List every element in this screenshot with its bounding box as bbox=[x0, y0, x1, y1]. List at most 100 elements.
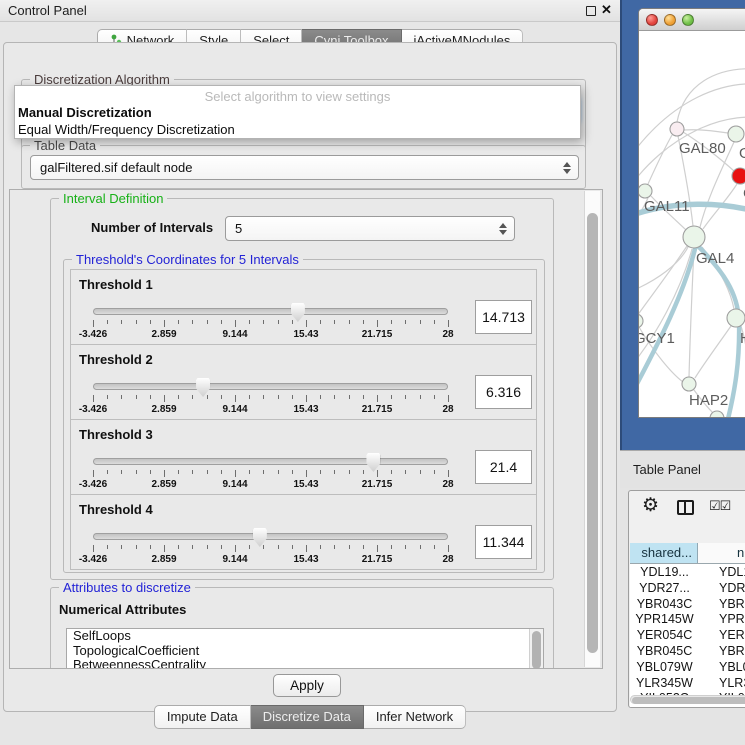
table-cell[interactable]: YDL1 bbox=[699, 565, 745, 581]
network-node[interactable] bbox=[639, 314, 643, 328]
network-edge[interactable] bbox=[677, 69, 745, 122]
slider-track[interactable] bbox=[93, 533, 448, 540]
table-cell[interactable]: YBR0 bbox=[699, 597, 745, 613]
gear-icon[interactable]: ⚙ bbox=[642, 494, 659, 517]
table-cell[interactable]: YER054C bbox=[630, 628, 699, 644]
algorithm-option[interactable]: Manual Discretization bbox=[15, 104, 580, 121]
slider-tick bbox=[420, 395, 421, 399]
attribute-list-item[interactable]: SelfLoops bbox=[67, 629, 543, 644]
table-row[interactable]: YBL079WYBL0 bbox=[630, 660, 745, 676]
slider-tick bbox=[363, 470, 364, 474]
table-row[interactable]: YBR045CYBR0 bbox=[630, 644, 745, 660]
list-scrollbar-thumb[interactable] bbox=[532, 631, 541, 669]
float-window-icon[interactable] bbox=[586, 6, 596, 16]
table-row[interactable]: YPR145WYPR1 bbox=[630, 612, 745, 628]
table-cell[interactable]: YPR145W bbox=[630, 612, 699, 628]
table-cell[interactable]: YLR3 bbox=[699, 676, 745, 692]
threshold-value-field[interactable]: 21.4 bbox=[475, 450, 532, 484]
table-cell[interactable]: YER0 bbox=[699, 628, 745, 644]
split-columns-icon[interactable] bbox=[677, 500, 694, 515]
network-edge[interactable] bbox=[684, 130, 728, 133]
network-edge-highlighted[interactable] bbox=[639, 245, 696, 399]
table-cell[interactable]: YDR27... bbox=[630, 581, 699, 597]
network-node[interactable] bbox=[639, 184, 652, 198]
column-header[interactable]: n bbox=[698, 543, 745, 563]
slider-track[interactable] bbox=[93, 308, 448, 315]
slider-tick bbox=[221, 545, 222, 549]
network-edge[interactable] bbox=[639, 249, 692, 371]
slider-tick bbox=[107, 320, 108, 324]
network-node[interactable] bbox=[670, 122, 684, 136]
settings-scrollbar[interactable] bbox=[584, 191, 600, 667]
attribute-list-item[interactable]: TopologicalCoefficient bbox=[67, 644, 543, 659]
network-window-titlebar[interactable] bbox=[639, 9, 745, 31]
table-cell[interactable]: YDL19... bbox=[630, 565, 699, 581]
table-cell[interactable]: YBL079W bbox=[630, 660, 699, 676]
slider-thumb[interactable] bbox=[366, 453, 380, 472]
select-columns-icon[interactable]: ☑☑ bbox=[709, 498, 730, 514]
column-header[interactable]: shared... bbox=[630, 543, 698, 563]
threshold-value-field[interactable]: 11.344 bbox=[475, 525, 532, 559]
slider-tick bbox=[448, 470, 449, 477]
tab-impute-data[interactable]: Impute Data bbox=[154, 705, 251, 729]
slider-tick bbox=[363, 320, 364, 324]
tab-discretize-data[interactable]: Discretize Data bbox=[251, 705, 364, 729]
slider-tick bbox=[207, 470, 208, 474]
table-data-combobox[interactable]: galFiltered.sif default node bbox=[30, 155, 579, 180]
table-row[interactable]: YDR27...YDR2 bbox=[630, 581, 745, 597]
network-node[interactable] bbox=[682, 377, 696, 391]
network-canvas[interactable]: GAL80GACGAL11GAL4GCY1HHAP2 bbox=[639, 31, 745, 418]
slider-thumb[interactable] bbox=[253, 528, 267, 547]
slider-tick bbox=[320, 320, 321, 324]
slider-tick bbox=[192, 320, 193, 324]
network-edge[interactable] bbox=[639, 246, 687, 316]
network-edge[interactable] bbox=[648, 135, 672, 184]
table-cell[interactable]: YBR0 bbox=[699, 644, 745, 660]
slider-tick-label: 21.715 bbox=[362, 479, 393, 490]
network-node[interactable] bbox=[683, 226, 705, 248]
close-icon[interactable]: ✕ bbox=[601, 2, 612, 18]
slider-track[interactable] bbox=[93, 383, 448, 390]
slider-thumb[interactable] bbox=[196, 378, 210, 397]
close-traffic-light-icon[interactable] bbox=[646, 14, 658, 26]
tab-infer-network[interactable]: Infer Network bbox=[364, 705, 466, 729]
threshold-value-field[interactable]: 14.713 bbox=[475, 300, 532, 334]
zoom-traffic-light-icon[interactable] bbox=[682, 14, 694, 26]
network-node[interactable] bbox=[732, 168, 745, 184]
table-cell[interactable]: YLR345W bbox=[630, 676, 699, 692]
threshold-value-field[interactable]: 6.316 bbox=[475, 375, 532, 409]
table-row[interactable]: YDL19...YDL1 bbox=[630, 565, 745, 581]
network-node[interactable] bbox=[727, 309, 745, 327]
number-of-intervals-combobox[interactable]: 5 bbox=[225, 216, 515, 241]
algorithm-hint: Select algorithm to view settings bbox=[15, 89, 580, 104]
slider-track[interactable] bbox=[93, 458, 448, 465]
table-row[interactable]: YER054CYER0 bbox=[630, 628, 745, 644]
numerical-attributes-list: SelfLoopsTopologicalCoefficientBetweenne… bbox=[66, 628, 544, 669]
algorithm-option[interactable]: Equal Width/Frequency Discretization bbox=[15, 121, 580, 138]
table-hscrollbar-thumb[interactable] bbox=[632, 697, 745, 704]
table-hscrollbar[interactable] bbox=[630, 695, 745, 704]
table-cell[interactable]: YPR1 bbox=[699, 612, 745, 628]
attribute-list-item[interactable]: BetweennessCentrality bbox=[67, 658, 543, 669]
table-cell[interactable]: YBL0 bbox=[699, 660, 745, 676]
table-row[interactable]: YLR345WYLR3 bbox=[630, 676, 745, 692]
table-cell[interactable]: YBR043C bbox=[630, 597, 699, 613]
slider-tick bbox=[349, 470, 350, 474]
apply-button[interactable]: Apply bbox=[273, 674, 341, 697]
table-cell[interactable]: YDR2 bbox=[699, 581, 745, 597]
list-scrollbar[interactable] bbox=[529, 629, 543, 669]
table-toolbar: ⚙ ☑☑ bbox=[629, 491, 745, 543]
slider-tick bbox=[107, 470, 108, 474]
table-row[interactable]: YBR043CYBR0 bbox=[630, 597, 745, 613]
slider-tick bbox=[448, 395, 449, 402]
slider-tick-label: 9.144 bbox=[222, 404, 247, 415]
network-node[interactable] bbox=[728, 126, 744, 142]
slider-tick bbox=[221, 395, 222, 399]
minimize-traffic-light-icon[interactable] bbox=[664, 14, 676, 26]
slider-tick bbox=[150, 395, 151, 399]
slider-thumb[interactable] bbox=[291, 303, 305, 322]
settings-scrollbar-thumb[interactable] bbox=[587, 213, 598, 653]
slider-tick bbox=[263, 320, 264, 324]
network-edge[interactable] bbox=[695, 326, 731, 378]
table-cell[interactable]: YBR045C bbox=[630, 644, 699, 660]
